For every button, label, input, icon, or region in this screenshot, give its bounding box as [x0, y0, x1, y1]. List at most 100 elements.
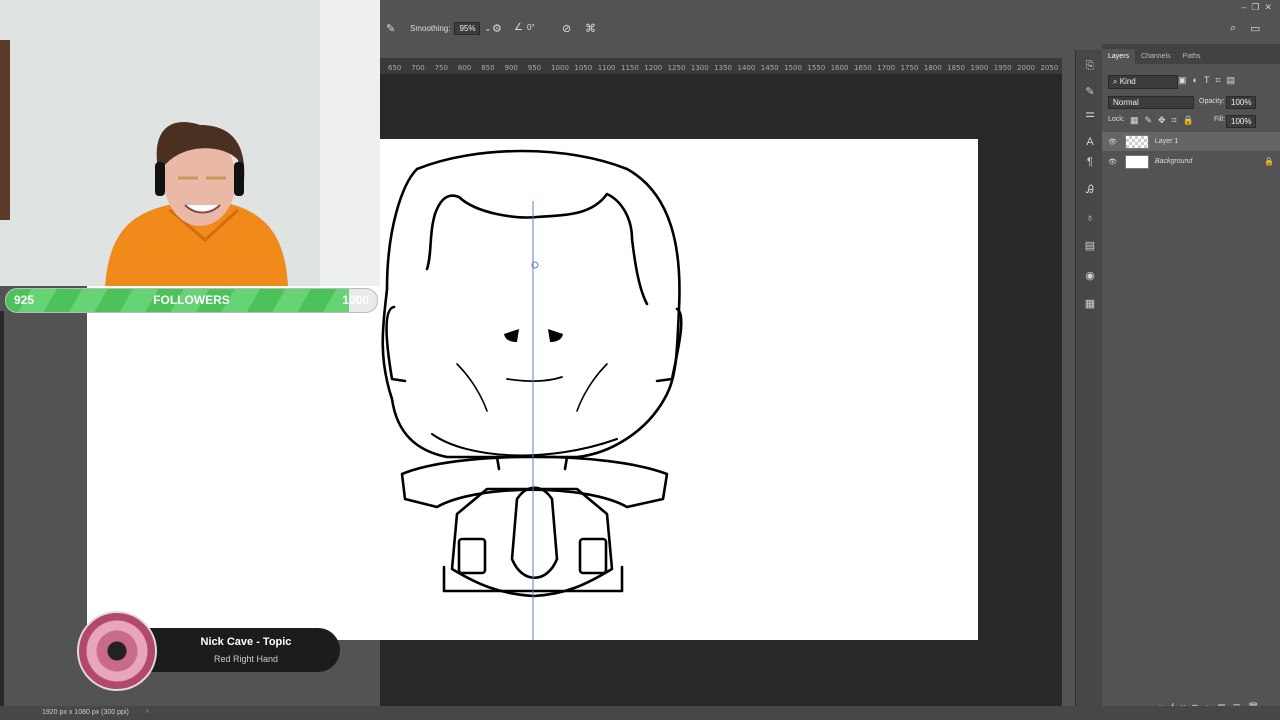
layer-row[interactable]: 👁 Background 🔒 [1102, 152, 1280, 171]
window-controls[interactable]: – ❐ ✕ [1241, 2, 1272, 13]
hair-line [433, 192, 649, 306]
ruler-tick-label: 1850 [947, 64, 966, 72]
gear-icon[interactable]: ⚙ [492, 22, 502, 35]
pressure-icon[interactable]: ⊘ [562, 22, 571, 35]
now-playing-widget: Nick Cave - Topic Red Right Hand [126, 628, 340, 672]
ruler-tick-label: 1350 [714, 64, 733, 72]
character-icon[interactable]: A [1082, 134, 1098, 150]
adjustments-icon[interactable]: ⚌ [1082, 106, 1098, 122]
search-icon[interactable]: ⌕ [1230, 22, 1236, 35]
ruler-tick-label: 1550 [807, 64, 826, 72]
ruler-tick-label: 700 [411, 64, 425, 72]
hair-side-left [425, 212, 437, 271]
search-icon: ⌕ [1113, 77, 1120, 86]
history-icon[interactable]: ⎘ [1082, 58, 1098, 74]
layer-row[interactable]: 👁 Layer 1 [1102, 132, 1280, 151]
angle-input[interactable]: 0° [527, 23, 535, 32]
ruler-tick-label: 1200 [644, 64, 663, 72]
opacity-label: Opacity: [1199, 98, 1225, 105]
jaw-right [576, 363, 608, 412]
ruler-tick-label: 1750 [900, 64, 919, 72]
ruler-tick-label: 1400 [737, 64, 756, 72]
ruler-tick-label: 2000 [1017, 64, 1035, 72]
libraries-icon[interactable]: ▤ [1082, 238, 1098, 254]
jaw-left [456, 363, 488, 412]
chevron-down-icon[interactable]: ⌄ [484, 24, 491, 33]
smoothing-control[interactable]: Smoothing: 95% ⌄ [410, 22, 491, 35]
ruler-tick-label: 1050 [574, 64, 593, 72]
status-bar: 1920 px x 1080 px (300 ppi) › [0, 706, 1280, 720]
album-art-disc [77, 611, 157, 691]
horizontal-ruler: 650 700 750 800 850 900 950 1000 1050 1100 1150 120… [380, 58, 1062, 75]
follower-goal: 1000 [342, 293, 369, 307]
angle-control[interactable]: ∠ 0° [514, 22, 535, 33]
ruler-tick-label: 900 [504, 64, 518, 72]
eye-icon[interactable]: 👁 [1108, 138, 1117, 146]
ruler-tick-label: 1000 [551, 64, 569, 72]
ruler-tick-label: 1650 [854, 64, 872, 72]
panel-tabs: Layers Channels Paths [1102, 44, 1280, 64]
ruler-tick-label: 1500 [784, 64, 802, 72]
lock-label: Lock: [1108, 116, 1125, 123]
wheel-front-left [457, 537, 487, 575]
layers-panel: Layers Channels Paths ⌕ Kind ▣◐T⌗▤ Norma… [1102, 44, 1280, 712]
ruler-tick-label: 650 [388, 64, 402, 72]
webcam-feed [0, 0, 380, 286]
angle-icon: ∠ [514, 22, 523, 33]
lock-icons[interactable]: ▦✎✥⌗🔒 [1130, 115, 1200, 126]
tab-layers[interactable]: Layers [1102, 49, 1136, 64]
ruler-tick-label: 1900 [970, 64, 989, 72]
blend-mode-select[interactable]: Normal [1108, 96, 1194, 109]
ear-left [385, 305, 407, 383]
tab-paths[interactable]: Paths [1177, 49, 1207, 64]
ruler-tick-label: 950 [527, 64, 542, 72]
learn-icon[interactable]: ♁ [1082, 210, 1098, 226]
panel-toolbar: ⎘ ✎ ⚌ A ¶ Ꭿ ♁ ▤ ◉ ▦ [1075, 50, 1103, 706]
brush-tool-icon[interactable]: ✎ [386, 22, 395, 35]
layer-name[interactable]: Layer 1 [1155, 138, 1178, 145]
opacity-input[interactable]: 100% [1226, 96, 1257, 109]
ruler-tick-label: 1600 [830, 64, 849, 72]
vertical-ruler [0, 311, 4, 706]
follower-goal-bar: 925 FOLLOWERS 1000 [5, 288, 378, 313]
tab-channels[interactable]: Channels [1135, 49, 1177, 64]
kind-filter[interactable]: ⌕ Kind [1108, 75, 1178, 89]
eye-icon[interactable]: 👁 [1108, 158, 1117, 166]
document-info: 1920 px x 1080 px (300 ppi) [42, 709, 129, 716]
ruler-tick-label: 1250 [667, 64, 686, 72]
ruler-tick-label: 1450 [760, 64, 779, 72]
car-nose [510, 486, 559, 579]
layer-thumbnail [1124, 154, 1149, 169]
chevron-right-icon[interactable]: › [146, 708, 148, 715]
layer-thumbnail [1124, 134, 1149, 149]
follower-label: FOLLOWERS [153, 293, 230, 307]
layer-name[interactable]: Background [1155, 158, 1192, 165]
eye-right [548, 329, 563, 342]
neck [495, 455, 569, 471]
ruler-tick-label: 1300 [690, 64, 709, 72]
ruler-tick-label: 800 [457, 64, 472, 72]
halo-wing [400, 455, 669, 509]
eye-left [504, 329, 519, 342]
ruler-tick-label: 1800 [923, 64, 942, 72]
title-strip: – ❐ ✕ [380, 0, 1280, 17]
smoothing-input[interactable]: 95% [454, 22, 481, 35]
wheel-front-right [578, 537, 608, 575]
filter-icons[interactable]: ▣◐T⌗▤ [1178, 75, 1241, 86]
fill-input[interactable]: 100% [1226, 115, 1257, 128]
color-icon[interactable]: ◉ [1082, 268, 1098, 284]
now-playing-artist: Nick Cave - Topic [200, 636, 292, 648]
ruler-tick-label: 1700 [877, 64, 896, 72]
mouth [506, 376, 563, 382]
webcam-image [0, 0, 380, 286]
kind-label: Kind [1119, 77, 1136, 86]
ruler-tick-label: 1950 [993, 64, 1012, 72]
workspace-icon[interactable]: ▭ [1250, 22, 1260, 35]
ruler-tick-label: 1100 [597, 64, 616, 72]
swatches-icon[interactable]: ▦ [1082, 296, 1098, 312]
symmetry-icon[interactable]: ⌘ [585, 22, 596, 35]
glyphs-icon[interactable]: Ꭿ [1082, 182, 1098, 198]
brush-settings-icon[interactable]: ✎ [1082, 84, 1098, 100]
fill-label: Fill: [1214, 116, 1225, 123]
paragraph-icon[interactable]: ¶ [1082, 154, 1098, 170]
